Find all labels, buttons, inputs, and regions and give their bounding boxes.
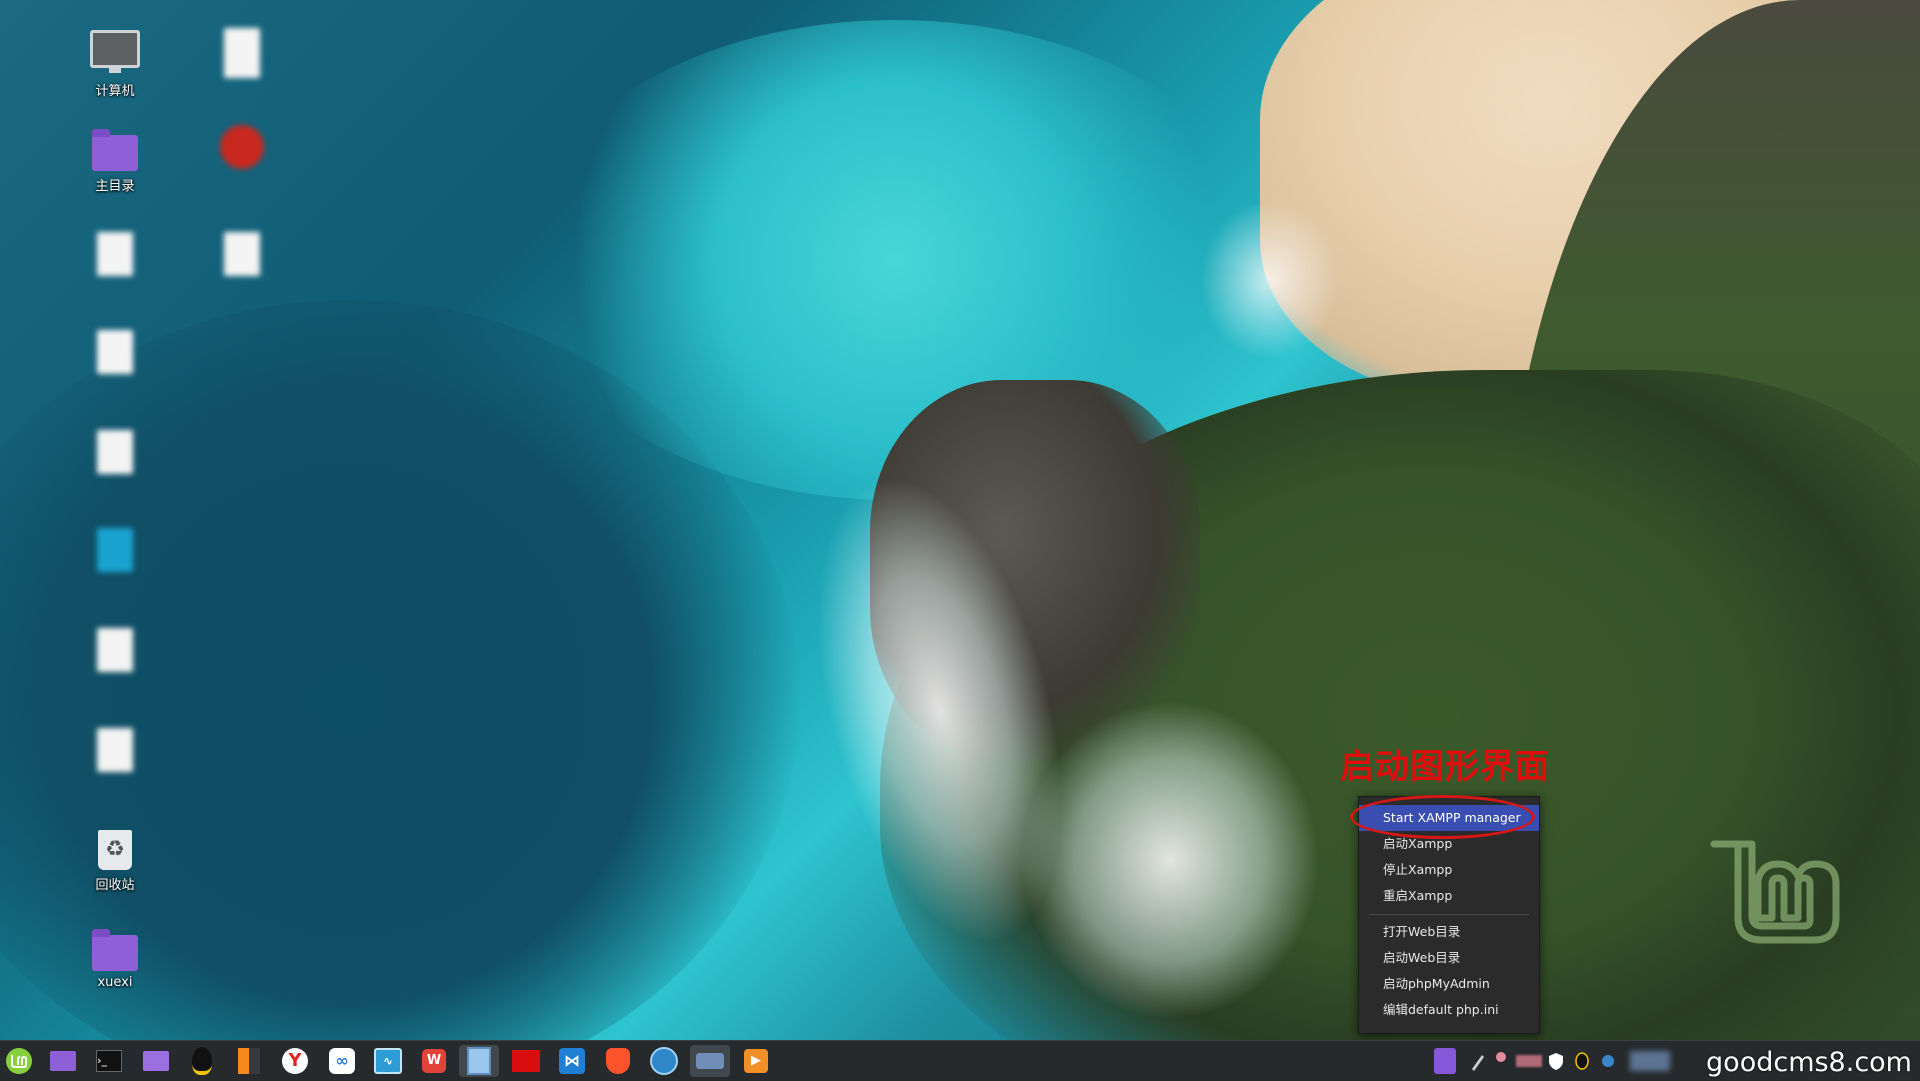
desktop-icon-blurred[interactable] bbox=[60, 728, 170, 772]
desktop-icon-blurred[interactable] bbox=[60, 528, 170, 572]
menu-item-open-web-dir[interactable]: 打开Web目录 bbox=[1359, 919, 1539, 945]
brave-icon[interactable] bbox=[602, 1045, 634, 1077]
folder-icon[interactable] bbox=[140, 1045, 172, 1077]
vscode-icon[interactable]: ⋈ bbox=[556, 1045, 588, 1077]
desktop-icon-blurred[interactable] bbox=[187, 125, 297, 169]
desktop-icon-label: 计算机 bbox=[95, 84, 135, 99]
desktop-icon-blurred[interactable] bbox=[60, 430, 170, 474]
wallpaper-foam bbox=[1200, 200, 1340, 360]
pin-icon[interactable] bbox=[1496, 1051, 1506, 1071]
qq-icon[interactable] bbox=[186, 1045, 218, 1077]
computer-icon bbox=[90, 30, 140, 73]
trash-icon: ♻ bbox=[98, 830, 132, 870]
settings-icon[interactable] bbox=[690, 1045, 730, 1077]
file-icon bbox=[97, 232, 133, 276]
sublime-icon[interactable] bbox=[233, 1045, 265, 1077]
folder-icon bbox=[92, 929, 138, 971]
baidu-netdisk-icon[interactable]: ∞ bbox=[326, 1045, 358, 1077]
linux-mint-logo-icon bbox=[1710, 840, 1840, 944]
desktop-icon-trash[interactable]: ♻ 回收站 bbox=[60, 830, 170, 893]
home-folder-icon bbox=[92, 129, 138, 171]
menu-item-stop-xampp[interactable]: 停止Xampp bbox=[1359, 857, 1539, 883]
deepin-icon[interactable] bbox=[648, 1045, 680, 1077]
xampp-tray-icon[interactable] bbox=[1434, 1048, 1456, 1074]
network-icon[interactable] bbox=[1600, 1051, 1616, 1071]
desktop-icon-blurred[interactable] bbox=[187, 28, 297, 78]
file-icon bbox=[224, 232, 260, 276]
menu-item-start-xampp-manager[interactable]: Start XAMPP manager bbox=[1359, 805, 1539, 831]
menu-item-launch-web-dir[interactable]: 启动Web目录 bbox=[1359, 945, 1539, 971]
file-icon bbox=[97, 430, 133, 474]
wps-icon[interactable]: W bbox=[418, 1045, 450, 1077]
system-monitor-icon[interactable]: ∿ bbox=[372, 1045, 404, 1077]
desktop-icon-blurred[interactable] bbox=[187, 232, 297, 276]
wallpaper-foam bbox=[1020, 700, 1320, 1020]
file-icon bbox=[97, 330, 133, 374]
app-icon bbox=[220, 125, 264, 169]
shield-icon[interactable] bbox=[1548, 1051, 1564, 1071]
media-player-icon[interactable]: ▶ bbox=[740, 1045, 772, 1077]
menu-item-launch-phpmyadmin[interactable]: 启动phpMyAdmin bbox=[1359, 971, 1539, 997]
pen-icon[interactable] bbox=[1470, 1051, 1484, 1071]
bar-icon[interactable] bbox=[1516, 1055, 1542, 1067]
desktop-icon-label: 主目录 bbox=[95, 179, 135, 194]
menu-item-restart-xampp[interactable]: 重启Xampp bbox=[1359, 883, 1539, 909]
menu-separator bbox=[1369, 914, 1529, 915]
menu-item-edit-php-ini[interactable]: 编辑default php.ini bbox=[1359, 997, 1539, 1023]
yandex-icon[interactable]: Y bbox=[279, 1045, 311, 1077]
taskbar: ›_ Y ∞ ∿ W ⋈ ▶ goodcms8.com bbox=[0, 1040, 1920, 1081]
desktop-icon-label: 回收站 bbox=[95, 878, 135, 893]
file-icon bbox=[224, 28, 260, 78]
watermark-text: goodcms8.com bbox=[1706, 1047, 1912, 1078]
qq-tray-icon[interactable] bbox=[1574, 1051, 1590, 1071]
annotation-label: 启动图形界面 bbox=[1340, 747, 1550, 787]
terminal-icon[interactable]: ›_ bbox=[93, 1045, 125, 1077]
desktop-icon-xuexi[interactable]: xuexi bbox=[60, 929, 170, 990]
blurred-tray-icons bbox=[1630, 1051, 1670, 1071]
desktop-icon-blurred[interactable] bbox=[60, 232, 170, 276]
file-icon bbox=[97, 628, 133, 672]
menu-item-start-xampp[interactable]: 启动Xampp bbox=[1359, 831, 1539, 857]
desktop-icon-computer[interactable]: 计算机 bbox=[60, 30, 170, 99]
desktop-icon-blurred[interactable] bbox=[60, 330, 170, 374]
desktop-icon-label: xuexi bbox=[97, 975, 133, 990]
xampp-context-menu: Start XAMPP manager 启动Xampp 停止Xampp 重启Xa… bbox=[1358, 796, 1540, 1034]
screenshot-icon[interactable] bbox=[510, 1045, 542, 1077]
files-icon[interactable] bbox=[47, 1045, 79, 1077]
window-icon[interactable] bbox=[459, 1045, 499, 1077]
desktop-icon-home[interactable]: 主目录 bbox=[60, 129, 170, 194]
mint-menu-icon[interactable] bbox=[3, 1045, 35, 1077]
app-icon bbox=[97, 528, 133, 572]
desktop-icon-blurred[interactable] bbox=[60, 628, 170, 672]
file-icon bbox=[97, 728, 133, 772]
